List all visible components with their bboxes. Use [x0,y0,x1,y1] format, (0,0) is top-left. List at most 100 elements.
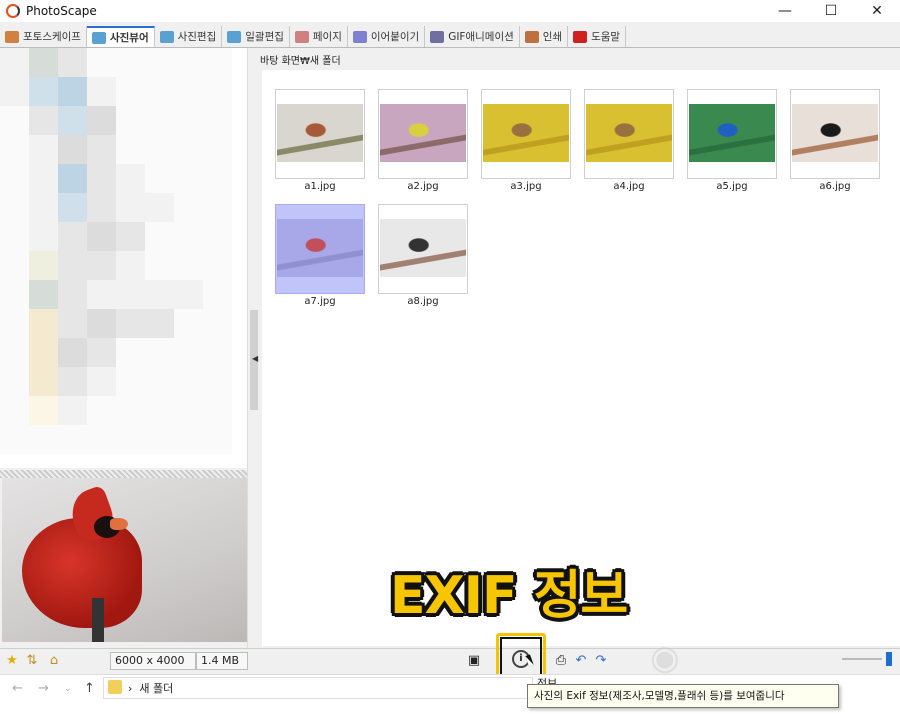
blurred-tree-cell [29,164,58,193]
star-icon[interactable]: ★ [4,653,20,669]
maximize-button[interactable]: ☐ [808,0,854,22]
thumbnail[interactable] [481,89,571,179]
blurred-tree-cell [174,338,203,367]
blurred-tree-cell [0,309,29,338]
thumbnail-filename: a7.jpg [304,296,336,307]
title-bar: PhotoScape — ☐ ✕ [0,0,900,22]
tab-7[interactable]: 인쇄 [520,26,569,47]
tab-label: 사진뷰어 [109,32,149,44]
panel-splitter[interactable] [247,48,260,648]
blurred-tree-cell [145,164,174,193]
tab-3[interactable]: 일괄편집 [222,26,290,47]
blurred-tree-cell [29,396,58,425]
photoscape-logo-icon [6,4,20,18]
history-dropdown-icon[interactable]: ⌄ [64,684,72,694]
blurred-tree-cell [145,106,174,135]
perch [92,598,104,642]
open-folder-icon[interactable]: ⌂ [46,653,62,669]
blurred-tree-cell [87,367,116,396]
thumbnail-image [483,104,569,162]
blurred-tree-cell [174,48,203,77]
blurred-tree-cell [145,396,174,425]
blurred-tree-cell [174,425,203,454]
blurred-tree-cell [58,135,87,164]
blurred-tree-cell [145,193,174,222]
blurred-tree-cell [29,367,58,396]
minimize-button[interactable]: — [762,0,808,22]
tab-2[interactable]: 사진편집 [155,26,223,47]
tab-5[interactable]: 이어붙이기 [348,26,426,47]
rotate-right-icon[interactable]: ↷ [593,653,609,669]
blurred-tree-cell [29,280,58,309]
thumbnail-image [792,104,878,162]
collapse-left-icon[interactable]: ◀ [252,354,258,363]
thumbnail[interactable] [687,89,777,179]
sort-icon[interactable]: ⇅ [24,653,40,669]
up-arrow-icon[interactable]: ↑ [84,681,95,696]
tab-label: 이어붙이기 [370,31,420,43]
blurred-tree-cell [0,77,29,106]
blurred-tree-cell [203,106,232,135]
blurred-tree-cell [29,135,58,164]
zoom-slider-handle[interactable] [886,652,892,666]
blurred-tree-cell [174,280,203,309]
blurred-tree-cell [0,135,29,164]
blurred-tree-cell [116,251,145,280]
tab-icon [294,30,309,43]
blurred-tree-cell [87,396,116,425]
tab-0[interactable]: 포토스케이프 [0,26,87,47]
blurred-tree-cell [58,48,87,77]
preview-splitter[interactable] [0,470,247,478]
blurred-tree-cell [116,425,145,454]
blurred-tree-cell [174,106,203,135]
blurred-tree-cell [87,222,116,251]
thumbnail-image [586,104,672,162]
breadcrumb-folder: 새 폴더 [139,682,174,695]
blurred-tree-cell [29,222,58,251]
blurred-tree-cell [0,251,29,280]
blurred-tree-cell [29,338,58,367]
blurred-tree-cell [87,48,116,77]
blurred-tree-cell [29,48,58,77]
tab-1[interactable]: 사진뷰어 [86,26,155,47]
slideshow-icon[interactable]: ▣ [466,653,482,669]
blurred-tree-cell [145,280,174,309]
thumbnail-filename: a5.jpg [716,181,748,192]
blurred-tree-cell [58,309,87,338]
back-arrow-icon[interactable]: ← [12,681,23,696]
tab-4[interactable]: 페이지 [290,26,348,47]
breadcrumb[interactable]: › 새 폴더 [128,680,173,696]
blurred-tree-cell [203,77,232,106]
thumbnail[interactable] [378,89,468,179]
blurred-tree-cell [116,106,145,135]
forward-arrow-icon[interactable]: → [38,681,49,696]
rotate-left-icon[interactable]: ↶ [573,653,589,669]
folder-tree-panel[interactable] [0,48,247,468]
blurred-tree-cell [87,193,116,222]
blurred-tree-cell [87,309,116,338]
blurred-tree-cell [203,367,232,396]
tab-6[interactable]: GIF애니메이션 [425,26,520,47]
print-icon[interactable]: ⎙ [553,653,569,669]
thumbnail[interactable] [790,89,880,179]
blurred-tree-cell [116,164,145,193]
blurred-tree-cell [29,309,58,338]
tab-icon [5,30,19,43]
close-button[interactable]: ✕ [854,0,900,22]
thumbnail[interactable] [275,89,365,179]
blurred-tree-cell [145,48,174,77]
zoom-track[interactable] [842,658,882,660]
thumbnail[interactable] [584,89,674,179]
tab-8[interactable]: 도움말 [568,26,627,47]
thumbnail[interactable] [378,204,468,294]
blurred-tree-cell [203,164,232,193]
thumbnail[interactable] [275,204,365,294]
blurred-tree-cell [174,164,203,193]
blurred-tree-cell [203,135,232,164]
window-controls: — ☐ ✕ [762,0,900,22]
blurred-tree-cell [203,48,232,77]
blurred-tree-cell [203,396,232,425]
tab-label: 포토스케이프 [23,31,81,43]
blurred-tree-cell [58,338,87,367]
blurred-tree-cell [29,425,58,454]
